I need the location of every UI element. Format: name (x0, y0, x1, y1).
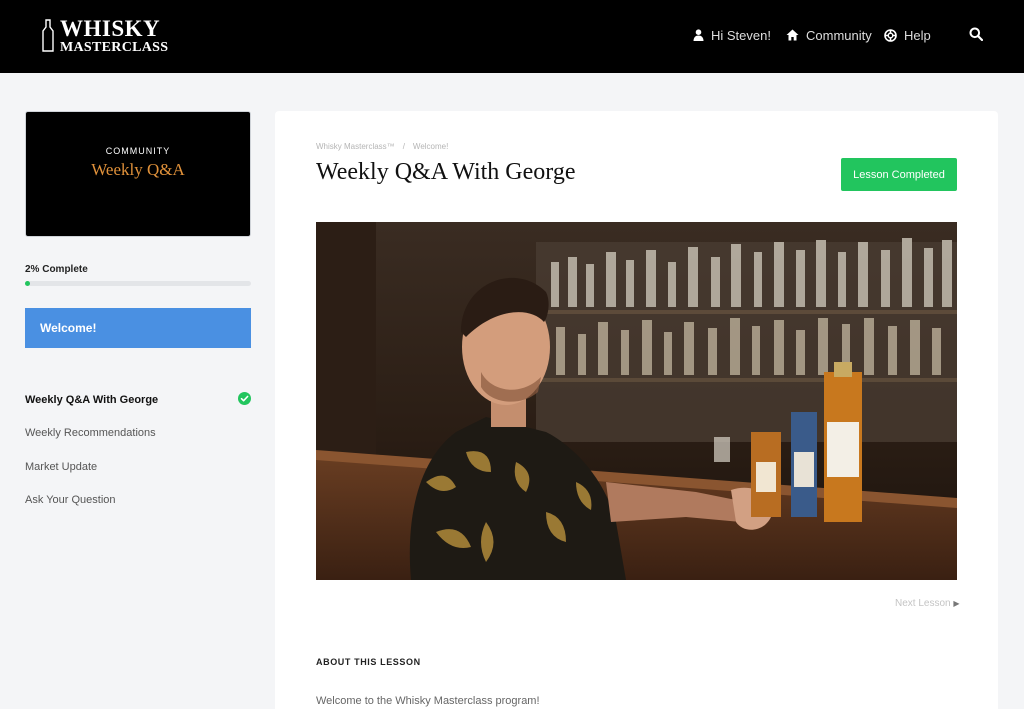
top-nav-bar: WHISKY MASTERCLASS Hi Steven! Community … (0, 0, 1024, 73)
logo-line1: WHISKY (60, 16, 161, 41)
sidebar-lesson-ask-question[interactable]: Ask Your Question (25, 494, 116, 506)
sidebar-lesson-weekly-qa[interactable]: Weekly Q&A With George (25, 394, 158, 406)
bottle-icon (42, 19, 54, 52)
video-frame-image (316, 222, 957, 580)
breadcrumb-separator: / (402, 142, 405, 151)
search-button[interactable] (969, 27, 984, 46)
breadcrumb-root-link[interactable]: Whisky Masterclass™ (316, 142, 395, 151)
search-icon (969, 27, 984, 42)
about-lesson-heading: ABOUT THIS LESSON (316, 657, 421, 667)
logo-line2: MASTERCLASS (60, 40, 169, 55)
course-title: Weekly Q&A (91, 160, 185, 179)
next-lesson-label: Next Lesson (895, 598, 951, 609)
progress-label: 2% Complete (25, 264, 88, 275)
sidebar-lesson-weekly-recommendations[interactable]: Weekly Recommendations (25, 427, 156, 439)
lesson-panel: Whisky Masterclass™ / Welcome! Weekly Q&A … (275, 111, 998, 709)
home-icon (786, 29, 799, 41)
lifebuoy-icon (884, 28, 897, 42)
breadcrumb: Whisky Masterclass™ / Welcome! (316, 142, 448, 151)
progress-fill (25, 281, 30, 286)
about-lesson-text: Welcome to the Whisky Masterclass progra… (316, 695, 540, 707)
nav-help-label: Help (904, 27, 931, 43)
lesson-video[interactable] (316, 222, 957, 580)
breadcrumb-current[interactable]: Welcome! (413, 142, 448, 151)
next-lesson-link[interactable]: Next Lesson ▶ (895, 598, 960, 609)
nav-community-label: Community (806, 27, 872, 43)
nav-user-menu[interactable]: Hi Steven! (693, 26, 771, 44)
progress-bar (25, 281, 251, 286)
nav-user-label: Hi Steven! (711, 27, 771, 43)
check-circle-icon (238, 392, 251, 405)
whisky-masterclass-logo[interactable]: WHISKY MASTERCLASS (40, 16, 168, 56)
nav-help-link[interactable]: Help (884, 26, 931, 44)
lesson-completed-button[interactable]: Lesson Completed (841, 158, 957, 191)
course-thumbnail[interactable]: COMMUNITY Weekly Q&A (25, 111, 251, 237)
course-category: COMMUNITY (105, 146, 171, 156)
page-title: Weekly Q&A With George (316, 159, 576, 185)
caret-right-icon: ▶ (953, 599, 960, 608)
nav-community-link[interactable]: Community (786, 26, 872, 44)
section-welcome-button[interactable]: Welcome! (25, 308, 251, 348)
sidebar-lesson-market-update[interactable]: Market Update (25, 461, 97, 473)
user-icon (693, 29, 704, 41)
